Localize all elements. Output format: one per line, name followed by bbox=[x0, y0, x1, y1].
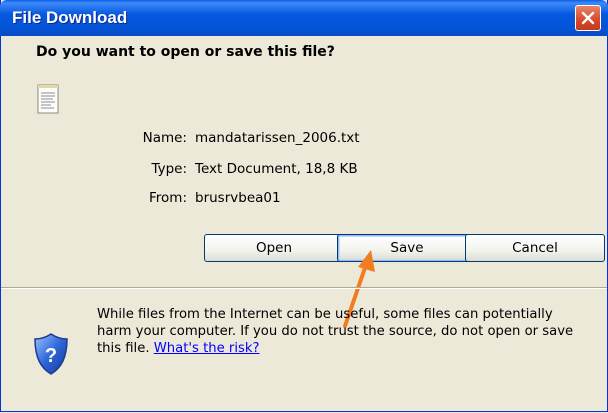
file-type-value: Text Document, 18,8 KB bbox=[195, 161, 358, 177]
whats-the-risk-link[interactable]: What's the risk? bbox=[154, 341, 260, 356]
from-label: From: bbox=[149, 190, 187, 206]
file-download-dialog: File Download Do you want to open or sav… bbox=[0, 0, 608, 412]
type-label: Type: bbox=[151, 161, 187, 177]
open-button[interactable]: Open bbox=[204, 234, 344, 262]
close-icon bbox=[581, 11, 595, 25]
dialog-question: Do you want to open or save this file? bbox=[36, 44, 335, 60]
file-source-value: brusrvbea01 bbox=[195, 190, 281, 206]
name-label: Name: bbox=[142, 130, 187, 146]
window-title: File Download bbox=[12, 8, 128, 27]
svg-text:?: ? bbox=[45, 345, 57, 367]
file-name-value: mandatarissen_2006.txt bbox=[195, 130, 360, 146]
title-bar[interactable]: File Download bbox=[0, 0, 608, 36]
security-shield-icon: ? bbox=[34, 333, 68, 375]
cancel-button[interactable]: Cancel bbox=[465, 234, 605, 262]
close-button[interactable] bbox=[575, 5, 601, 31]
separator-highlight bbox=[1, 288, 607, 289]
text-file-icon bbox=[37, 84, 59, 114]
security-warning: While files from the Internet can be use… bbox=[97, 306, 587, 357]
